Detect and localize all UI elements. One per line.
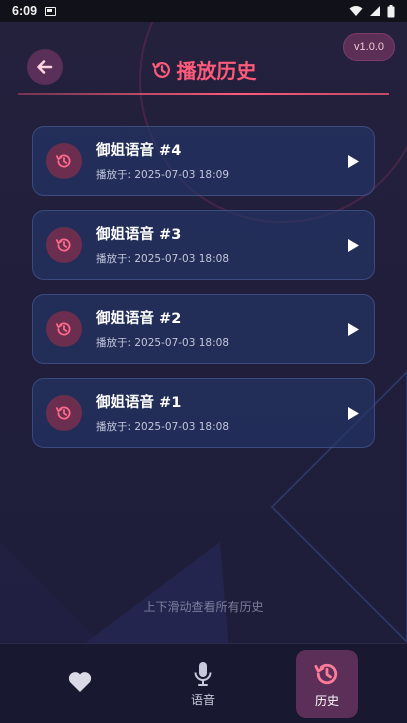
page-title: 播放历史 <box>0 55 407 84</box>
nav-voice-label: 语音 <box>190 692 215 707</box>
bottom-nav: 语音 历史 <box>0 643 407 723</box>
history-item-icon <box>46 227 82 263</box>
history-icon <box>55 322 71 336</box>
play-icon[interactable] <box>346 154 360 169</box>
history-item[interactable]: 御姐语音 #3 播放于: 2025-07-03 18:08 <box>32 210 375 280</box>
history-item-time: 播放于: 2025-07-03 18:08 <box>96 420 229 433</box>
history-item-time: 播放于: 2025-07-03 18:08 <box>96 336 229 349</box>
history-item[interactable]: 御姐语音 #1 播放于: 2025-07-03 18:08 <box>32 378 375 448</box>
play-icon[interactable] <box>346 406 360 421</box>
wifi-icon <box>349 6 363 16</box>
play-icon[interactable] <box>346 238 360 253</box>
status-bar: 6:09 <box>0 0 407 22</box>
history-item-icon <box>46 143 82 179</box>
version-badge: v1.0.0 <box>343 33 395 61</box>
history-icon <box>55 154 71 168</box>
play-icon[interactable] <box>346 322 360 337</box>
history-icon <box>314 663 338 684</box>
nav-favorites[interactable] <box>49 650 111 718</box>
nav-history-label: 历史 <box>314 693 339 708</box>
app-screen: 播放历史 v1.0.0 御姐语音 #4 播放于: 2025-07-03 18:0… <box>0 22 407 723</box>
page-title-text: 播放历史 <box>176 59 257 83</box>
history-item-name: 御姐语音 #4 <box>96 142 182 159</box>
history-item-name: 御姐语音 #1 <box>96 394 182 411</box>
history-icon <box>55 238 71 252</box>
history-item-name: 御姐语音 #3 <box>96 226 182 243</box>
microphone-icon <box>194 661 212 686</box>
history-item-name: 御姐语音 #2 <box>96 310 182 327</box>
history-icon <box>55 406 71 420</box>
history-item-time: 播放于: 2025-07-03 18:08 <box>96 252 229 265</box>
battery-icon <box>387 4 395 17</box>
nav-voice[interactable]: 语音 <box>172 650 234 718</box>
history-item[interactable]: 御姐语音 #2 播放于: 2025-07-03 18:08 <box>32 294 375 364</box>
history-item-time: 播放于: 2025-07-03 18:09 <box>96 168 229 181</box>
heart-icon <box>68 672 92 692</box>
history-item-icon <box>46 395 82 431</box>
history-item-icon <box>46 311 82 347</box>
scroll-hint: 上下滑动查看所有历史 <box>143 600 264 614</box>
header-divider <box>18 93 389 95</box>
status-time: 6:09 <box>12 4 38 18</box>
nav-history[interactable]: 历史 <box>296 650 358 718</box>
history-list: 御姐语音 #4 播放于: 2025-07-03 18:09 御姐语音 #3 播放… <box>32 126 375 462</box>
history-icon <box>151 61 170 78</box>
sim-icon <box>45 6 57 16</box>
history-item[interactable]: 御姐语音 #4 播放于: 2025-07-03 18:09 <box>32 126 375 196</box>
signal-icon <box>370 6 380 16</box>
